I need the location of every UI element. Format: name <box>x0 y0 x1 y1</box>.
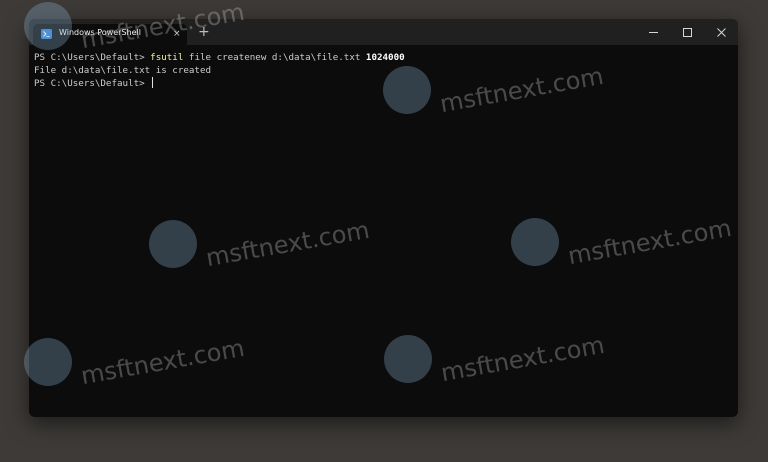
text-cursor <box>152 77 154 88</box>
tab-title: Windows PowerShell <box>59 28 141 37</box>
new-tab-icon[interactable]: + <box>198 25 210 39</box>
terminal-line-3: PS C:\Users\Default> <box>34 77 738 90</box>
title-bar[interactable]: Windows PowerShell × + <box>29 19 738 45</box>
prompt: PS C:\Users\Default> <box>34 78 151 89</box>
tab-windows-powershell[interactable]: Windows PowerShell × <box>33 24 187 45</box>
command-name: fsutil <box>150 52 184 63</box>
maximize-icon[interactable] <box>670 19 704 45</box>
terminal-line-2: File d:\data\file.txt is created <box>34 65 212 76</box>
window-controls <box>636 19 738 45</box>
minimize-icon[interactable] <box>636 19 670 45</box>
command-args: file createnew d:\data\file.txt <box>183 52 366 63</box>
terminal-output[interactable]: PS C:\Users\Default> fsutil file createn… <box>29 45 738 417</box>
terminal-line-1: PS C:\Users\Default> fsutil file createn… <box>34 51 738 64</box>
command-size: 1024000 <box>365 52 405 63</box>
terminal-window: Windows PowerShell × + PS C:\Users\Defau… <box>29 19 738 417</box>
prompt: PS C:\Users\Default> <box>34 52 151 63</box>
tab-close-icon[interactable]: × <box>173 28 181 40</box>
close-icon[interactable] <box>704 19 738 45</box>
powershell-icon <box>41 29 52 39</box>
